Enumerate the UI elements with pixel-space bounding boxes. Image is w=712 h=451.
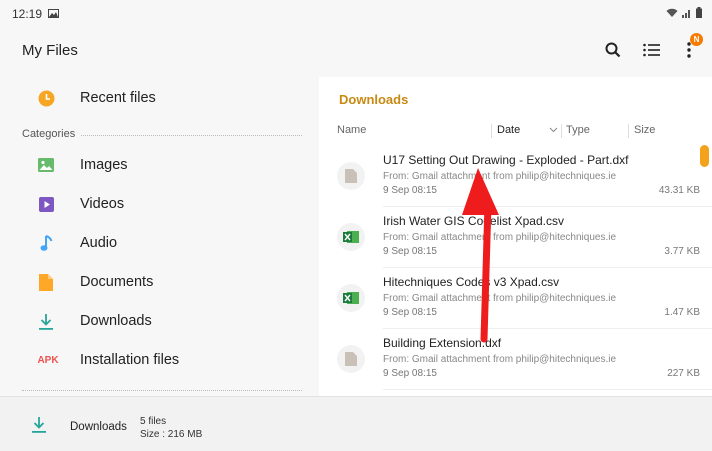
document-icon <box>37 273 55 291</box>
file-row[interactable]: U17 Setting Out Drawing - Exploded - Par… <box>319 146 712 207</box>
list-view-icon <box>642 43 660 57</box>
sidebar-item-audio[interactable]: Audio <box>0 224 318 262</box>
battery-icon <box>696 7 702 21</box>
footer-total-size: Size : 216 MB <box>140 429 203 440</box>
sidebar-item-label: Downloads <box>80 313 152 329</box>
footer-file-count: 5 files <box>140 416 167 427</box>
file-size: 43.31 KB <box>658 185 700 196</box>
sidebar-item-label: Videos <box>80 196 125 212</box>
file-date: 9 Sep 08:15 <box>383 368 437 379</box>
sidebar-item-label: Recent files <box>80 90 156 106</box>
column-separator <box>628 124 629 138</box>
file-row[interactable]: Hitechniques Codes v3 Xpad.csv From: Gma… <box>319 268 712 329</box>
sidebar-item-installation-files[interactable]: APK Installation files <box>0 341 318 379</box>
file-size: 3.77 KB <box>664 246 700 257</box>
sidebar-item-label: Audio <box>80 235 118 251</box>
notification-badge: N <box>690 33 703 46</box>
file-name: Irish Water GIS Codelist Xpad.csv <box>383 214 564 228</box>
downloads-panel: Downloads Name Date Type Size U17 Settin… <box>319 77 712 396</box>
file-name: Hitechniques Codes v3 Xpad.csv <box>383 275 560 289</box>
sidebar-item-downloads[interactable]: Downloads <box>0 302 318 340</box>
column-type[interactable]: Type <box>566 124 590 136</box>
categories-label: Categories <box>22 128 76 140</box>
more-options-button[interactable]: N <box>678 33 703 61</box>
download-icon <box>37 312 55 330</box>
music-note-icon <box>37 234 55 252</box>
file-name: U17 Setting Out Drawing - Exploded - Par… <box>383 153 629 167</box>
sidebar-item-videos[interactable]: Videos <box>0 185 318 223</box>
wifi-icon <box>666 7 678 21</box>
sidebar-item-recent-files[interactable]: Recent files <box>0 79 318 117</box>
column-header: Name Date Type Size <box>319 121 712 141</box>
chevron-down-icon[interactable] <box>549 124 558 136</box>
file-source: From: Gmail attachment from philip@hitec… <box>383 293 617 304</box>
search-icon <box>605 42 621 58</box>
file-source: From: Gmail attachment from philip@hitec… <box>383 171 617 182</box>
video-icon <box>37 195 55 213</box>
list-view-button[interactable] <box>640 39 662 61</box>
file-date: 9 Sep 08:15 <box>383 246 437 257</box>
apk-icon-label: APK <box>37 354 59 366</box>
generic-file-icon <box>337 345 365 373</box>
status-time: 12:19 <box>12 7 43 21</box>
column-separator <box>491 124 492 138</box>
clock-icon <box>37 89 55 107</box>
more-vertical-icon <box>687 42 691 58</box>
excel-file-icon <box>337 284 365 312</box>
file-date: 9 Sep 08:15 <box>383 185 437 196</box>
file-size: 227 KB <box>667 368 700 379</box>
divider <box>81 134 302 136</box>
gallery-notification-icon <box>48 7 60 21</box>
sidebar-item-images[interactable]: Images <box>0 146 318 184</box>
file-source: From: Gmail attachment from philip@hitec… <box>383 232 617 243</box>
file-name: Building Extension.dxf <box>383 336 502 350</box>
file-row[interactable]: Irish Water GIS Codelist Xpad.csv From: … <box>319 207 712 268</box>
sidebar-item-label: Documents <box>80 274 154 290</box>
download-icon <box>31 416 49 434</box>
apk-icon: APK <box>36 351 60 369</box>
sidebar-item-label: Images <box>80 157 128 173</box>
app-title: My Files <box>22 41 78 59</box>
generic-file-icon <box>337 162 365 190</box>
file-size: 1.47 KB <box>664 307 700 318</box>
signal-icon <box>682 7 692 21</box>
excel-file-icon <box>337 223 365 251</box>
column-name[interactable]: Name <box>337 124 366 136</box>
column-date[interactable]: Date <box>497 124 520 136</box>
footer-folder-label: Downloads <box>70 421 127 433</box>
status-bar: 12:19 <box>0 0 712 28</box>
image-icon <box>37 156 55 174</box>
panel-title: Downloads <box>339 92 409 107</box>
file-row[interactable]: Building Extension.dxf From: Gmail attac… <box>319 329 712 390</box>
column-separator <box>561 124 562 138</box>
divider <box>22 390 302 391</box>
column-size[interactable]: Size <box>634 124 655 136</box>
categories-header: Categories <box>22 126 302 142</box>
scrollbar-handle[interactable] <box>700 145 709 167</box>
file-date: 9 Sep 08:15 <box>383 307 437 318</box>
sidebar-item-label: Installation files <box>80 352 180 368</box>
sidebar: Recent files Categories Images Videos Au… <box>0 72 318 396</box>
sidebar-item-documents[interactable]: Documents <box>0 263 318 301</box>
row-divider <box>383 389 712 390</box>
file-source: From: Gmail attachment from philip@hitec… <box>383 354 617 365</box>
app-bar: My Files N <box>0 28 712 72</box>
storage-footer: Downloads 5 files Size : 216 MB <box>0 396 712 451</box>
search-button[interactable] <box>602 39 624 61</box>
